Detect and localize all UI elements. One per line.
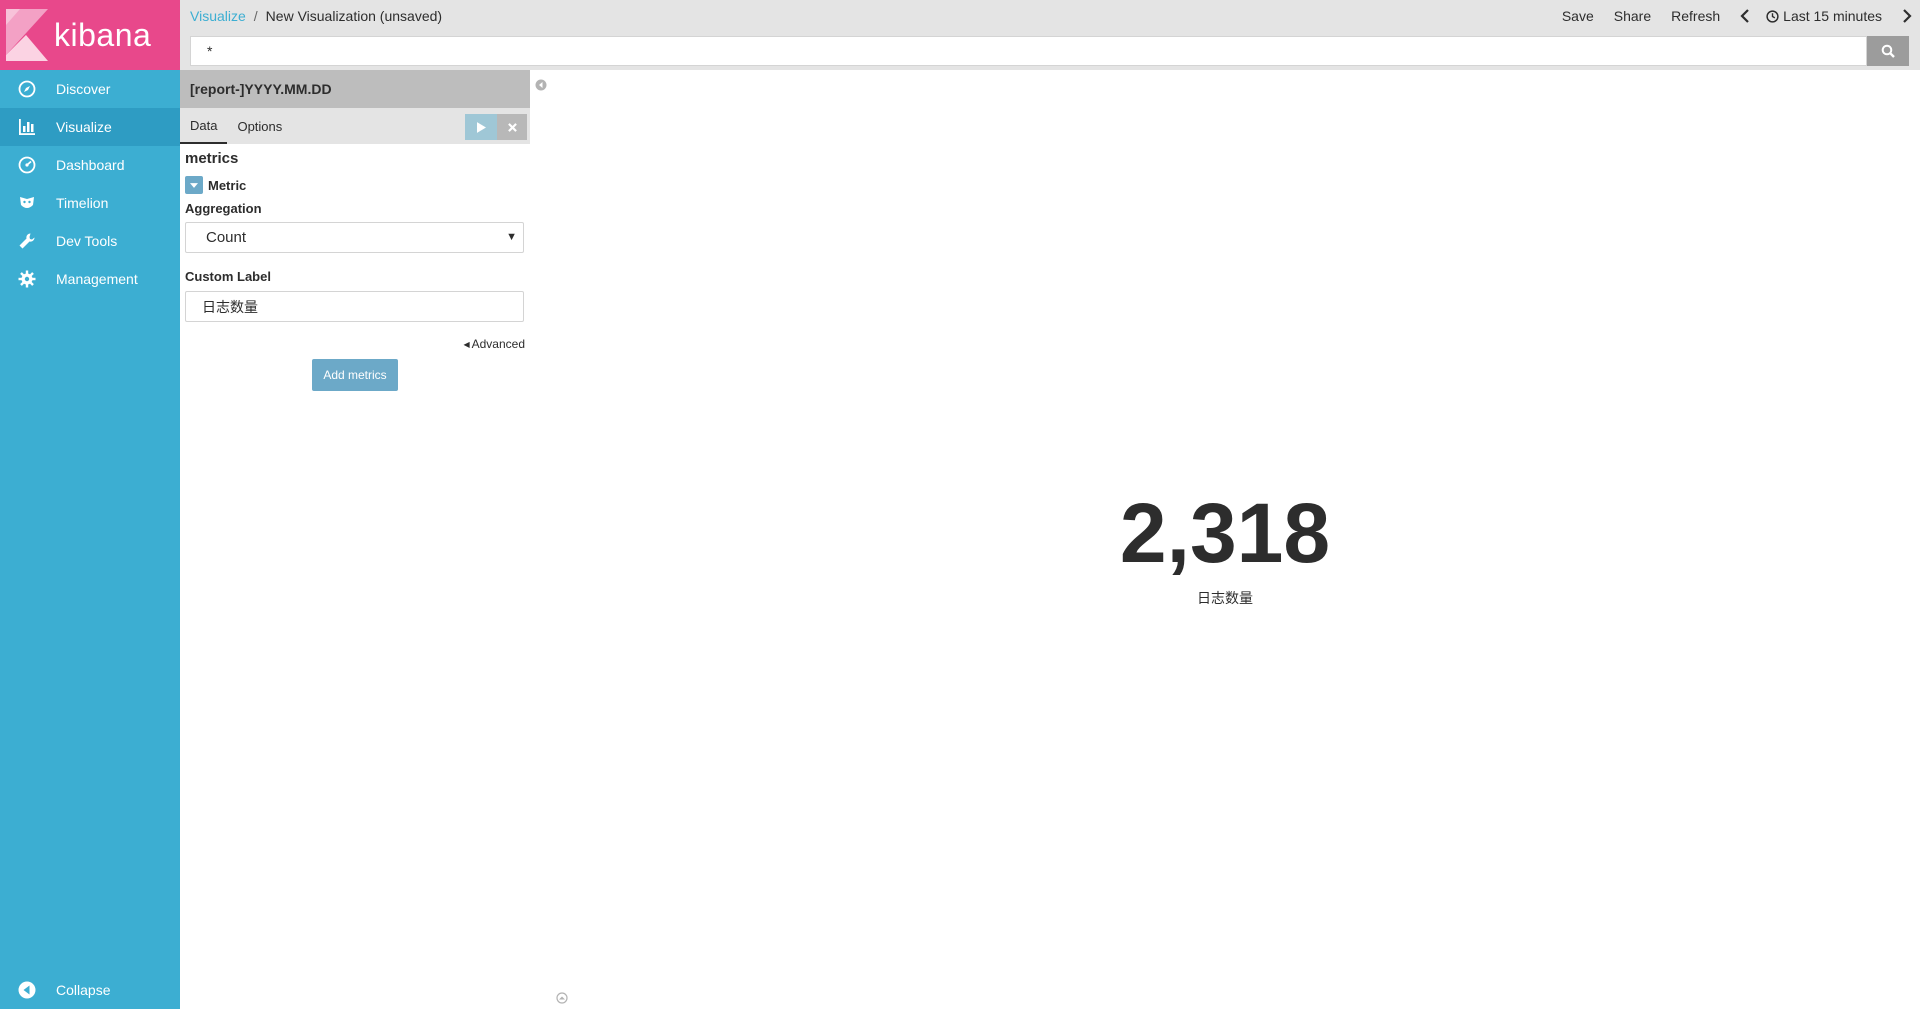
advanced-label: Advanced xyxy=(471,337,525,351)
metric-value: 2,318 xyxy=(1119,486,1331,580)
sidebar: kibana Discover Visualize Dashboard Time… xyxy=(0,0,180,1009)
collapse-label: Collapse xyxy=(56,982,111,998)
search-input[interactable]: * xyxy=(190,36,1867,66)
dropdown-caret-icon: ▼ xyxy=(506,231,517,243)
refresh-button[interactable]: Refresh xyxy=(1671,8,1720,24)
time-forward-chevron-icon[interactable] xyxy=(1902,9,1912,23)
metrics-section-title: metrics xyxy=(185,150,239,167)
sidebar-item-label: Dev Tools xyxy=(56,233,118,249)
brand-name: kibana xyxy=(54,16,152,53)
advanced-toggle[interactable]: ◀ Advanced xyxy=(180,337,525,351)
close-icon xyxy=(507,122,517,132)
sidebar-item-label: Timelion xyxy=(56,195,109,211)
editor-tabs: Data Options xyxy=(180,108,530,144)
gear-icon xyxy=(17,269,37,289)
time-range-label: Last 15 minutes xyxy=(1783,8,1882,24)
query-bar: * xyxy=(180,32,1920,70)
sidebar-item-label: Discover xyxy=(56,81,111,97)
breadcrumb-separator: / xyxy=(253,8,258,24)
page-title: New Visualization (unsaved) xyxy=(265,8,443,24)
vis-editor-sidebar: [report-]YYYY.MM.DD Data Options metrics… xyxy=(180,70,530,1009)
sidebar-item-dev-tools[interactable]: Dev Tools xyxy=(0,222,180,260)
wrench-icon xyxy=(17,231,37,251)
collapse-button[interactable]: Collapse xyxy=(0,971,180,1009)
sidebar-item-timelion[interactable]: Timelion xyxy=(0,184,180,222)
collapse-arrow-icon xyxy=(17,980,37,1000)
metric-toggle-button[interactable] xyxy=(185,176,203,194)
kibana-logo[interactable]: kibana xyxy=(0,0,180,70)
top-nav-bar: Visualize / New Visualization (unsaved) … xyxy=(180,0,1920,32)
sidebar-nav: Discover Visualize Dashboard Timelion De… xyxy=(0,70,180,298)
compass-icon xyxy=(17,79,37,99)
search-button[interactable] xyxy=(1867,36,1909,66)
breadcrumb-visualize-link[interactable]: Visualize xyxy=(190,8,246,24)
search-icon xyxy=(1881,44,1895,58)
time-back-chevron-icon[interactable] xyxy=(1740,9,1750,23)
chevron-down-icon xyxy=(190,182,198,188)
clock-icon xyxy=(1766,9,1779,23)
timelion-icon xyxy=(17,193,37,213)
custom-label-label: Custom Label xyxy=(185,269,271,284)
index-pattern-title: [report-]YYYY.MM.DD xyxy=(180,70,530,108)
sidebar-item-label: Management xyxy=(56,271,138,287)
caret-left-icon: ◀ xyxy=(463,339,470,349)
tab-data[interactable]: Data xyxy=(180,108,228,144)
metric-label: 日志数量 xyxy=(1197,590,1253,606)
sidebar-item-management[interactable]: Management xyxy=(0,260,180,298)
time-picker-button[interactable]: Last 15 minutes xyxy=(1766,8,1882,24)
kibana-logo-icon xyxy=(6,9,48,61)
sidebar-item-discover[interactable]: Discover xyxy=(0,70,180,108)
tab-options[interactable]: Options xyxy=(227,108,292,144)
sidebar-item-label: Dashboard xyxy=(56,157,125,173)
metric-agg-header: Metric xyxy=(185,176,530,194)
aggregation-select[interactable]: Count ▼ xyxy=(185,222,524,253)
sidebar-item-label: Visualize xyxy=(56,119,112,135)
share-button[interactable]: Share xyxy=(1614,8,1651,24)
dashboard-icon xyxy=(17,155,37,175)
bar-chart-icon xyxy=(17,117,37,137)
top-actions: Save Share Refresh Last 15 minutes xyxy=(1562,0,1920,32)
aggregation-label: Aggregation xyxy=(185,201,262,216)
discard-changes-button[interactable] xyxy=(497,114,527,140)
sidebar-item-visualize[interactable]: Visualize xyxy=(0,108,180,146)
apply-changes-button[interactable] xyxy=(465,114,497,140)
add-metrics-button[interactable]: Add metrics xyxy=(312,359,398,391)
custom-label-input[interactable]: 日志数量 xyxy=(185,291,524,322)
sidebar-item-dashboard[interactable]: Dashboard xyxy=(0,146,180,184)
play-icon xyxy=(476,121,486,133)
metric-visualization: 2,318 日志数量 xyxy=(530,70,1920,1009)
metric-agg-label: Metric xyxy=(208,177,247,193)
save-button[interactable]: Save xyxy=(1562,8,1594,24)
aggregation-selected-value: Count xyxy=(206,229,247,246)
